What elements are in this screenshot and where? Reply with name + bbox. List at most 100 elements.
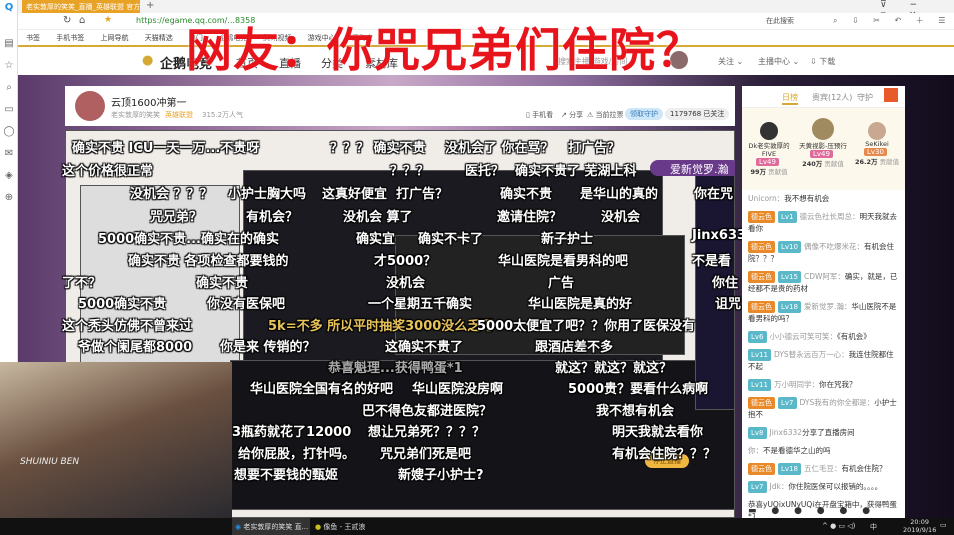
danmaku: 爷做个阑尾都8000 [78, 340, 193, 355]
streamer-center-label: 主播中心 [758, 57, 790, 66]
danmaku: 巴不得色友都进医院？ [362, 404, 493, 419]
taskbar-item[interactable]: ● 像鱼 - 王贰浪 [315, 522, 365, 532]
level-badge: Lv18 [778, 301, 801, 313]
contributor[interactable]: 天黄视影-压预行 Lv49 240万 贡献值 [796, 118, 850, 168]
tab-vip[interactable]: 贵宾(12人) [812, 92, 852, 103]
search-icon[interactable]: ⌕ [3, 82, 15, 94]
chat-username[interactable]: 偶像不吃爆米花： [804, 242, 864, 251]
game-icon[interactable]: ◈ [3, 170, 15, 182]
danmaku: 跟酒店差不多 [535, 340, 614, 355]
chat-username[interactable]: Jinx6332 [770, 428, 803, 437]
danmaku: 打广告？ [396, 187, 449, 202]
chat-text: 你在咒我？ [818, 380, 857, 389]
game-tag[interactable]: 英雄联盟 [165, 110, 193, 120]
browser-search-input[interactable]: 在此搜索 [766, 16, 794, 26]
follow-menu[interactable]: 关注 ⌄ [718, 56, 743, 67]
chat-username[interactable]: DYS替永远百万一心： [774, 350, 849, 359]
share-button[interactable]: ↗ 分享 [561, 110, 583, 120]
follow-button[interactable]: 1179768 已关注 [665, 108, 730, 120]
streamer-name[interactable]: 老实敦厚的笑笑 [111, 110, 160, 120]
chat-username[interactable]: 小小德云可笑可笑： [770, 332, 838, 341]
danmaku: 3瓶药就花了12000 [232, 425, 352, 440]
chat-username[interactable]: 爱新觉罗.瀚： [804, 302, 851, 311]
bookmark[interactable]: 天猫精选 [145, 34, 173, 42]
danmaku: 想要不要钱的甄姬 [234, 468, 339, 483]
card-icon[interactable]: ▤ [3, 38, 15, 50]
chat-text: 我不想有机会 [784, 194, 830, 203]
danmaku: 没机会 [601, 210, 641, 225]
crown-icon[interactable] [884, 88, 898, 102]
score-unit: 贡献值 [879, 158, 900, 166]
danmaku: 你是来 传销的？ [220, 340, 316, 355]
chat-message: Lv11 万小明同学：你在咒我？ [742, 376, 905, 394]
tray-icons[interactable]: ^ ● ▭ ◁) [822, 522, 855, 530]
danmaku: 确实不贵 [500, 187, 553, 202]
clock-time: 20:09 [910, 518, 930, 526]
cart-icon[interactable]: ⊕ [3, 192, 15, 204]
danmaku: ？？？ 确实不贵 [330, 141, 426, 156]
chat-username[interactable]: 德云色社长周总： [800, 212, 860, 221]
chat-username[interactable]: 万小明同学： [774, 380, 819, 389]
chat-message: 德云色 Lv10 偶像不吃爆米花：有机会住院？？？ [742, 238, 905, 268]
fan-badge: 德云色 [748, 301, 775, 313]
guard-button[interactable]: 领取守护 [625, 108, 663, 120]
clock[interactable]: 20:09 2019/9/16 [903, 518, 936, 534]
taskbar-item[interactable]: ◉ 老实敦厚的笑笑 直... [232, 518, 310, 535]
chat-username[interactable]: CDW阿军： [804, 272, 845, 281]
danmaku: 确实宜 [356, 232, 396, 247]
level-badge: Lv6 [748, 331, 767, 343]
download-link[interactable]: ⇩ 下载 [810, 56, 835, 67]
bookmark-star-icon[interactable]: ★ [104, 15, 112, 25]
bookmark[interactable]: 上网导航 [100, 34, 128, 42]
penguin-logo-icon: ● [142, 53, 154, 68]
chat-username[interactable]: 五仁毛豆： [804, 464, 842, 473]
home-icon[interactable]: ⌂ [79, 15, 85, 26]
streamer-avatar[interactable] [75, 91, 105, 121]
book-icon[interactable]: ▭ [3, 104, 15, 116]
mobile-watch-button[interactable]: ▯ 手机看 [526, 110, 553, 120]
browser-tab[interactable]: 老实敦厚的笑笑_直播_英雄联盟 官方 × [22, 0, 140, 13]
tab-daily-rank[interactable]: 日榜 [782, 92, 798, 105]
chat-username[interactable]: DYS我有的你全都是： [800, 398, 875, 407]
level-badge: Lv11 [748, 349, 771, 361]
taskbar: ◉ 老实敦厚的笑笑 直... ● 像鱼 - 王贰浪 ^ ● ▭ ◁) 中 20:… [0, 518, 954, 535]
danmaku: 确实不贵了 芜湖上科 [515, 164, 637, 179]
clock-date: 2019/9/16 [903, 526, 937, 534]
danmaku: 你没有医保吧 [207, 297, 286, 312]
report-button[interactable]: ⚠ 当前拉票 [587, 110, 624, 120]
chat-username[interactable]: Unicorn： [748, 194, 784, 203]
app-icon: ● [315, 523, 322, 531]
toolbar-icons[interactable]: ⌕ ⇩ ✂ ↶ ＋ ☰ [833, 15, 951, 26]
ime-indicator[interactable]: 中 [870, 522, 877, 532]
danmaku: 打广告？ [568, 141, 621, 156]
tab-guard[interactable]: 守护 [857, 92, 873, 103]
streamer-center-menu[interactable]: 主播中心 ⌄ [758, 56, 799, 67]
gift-banner-text: 爱新觉罗.瀚 [670, 163, 729, 176]
new-tab-button[interactable]: + [146, 0, 154, 11]
notification-icon[interactable]: ▭ [940, 521, 947, 529]
contributor[interactable]: Dk老实敦厚的FIVE Lv49 99万 贡献值 [742, 122, 796, 176]
chat-message: 德云色 Lv1 德云色社长周总：明天我就去看你 [742, 208, 905, 238]
chat-username[interactable]: Jdk： [770, 482, 789, 491]
danmaku: 没机会 算了 [343, 210, 413, 225]
chat-icon[interactable]: ◯ [3, 126, 15, 138]
contributor[interactable]: SeKikei Lv30 26.2万 贡献值 [850, 122, 904, 166]
bookmark[interactable]: 书签 [26, 34, 40, 42]
contributor-score: 240万 [802, 160, 823, 168]
taskbar-item-label: 老实敦厚的笑笑 直... [243, 523, 309, 531]
star-icon[interactable]: ☆ [3, 60, 15, 72]
chat-text: 分享了直播房间 [802, 428, 855, 437]
danmaku: 新嫂子小护士? [398, 468, 484, 483]
shirt-logo: SHUINIU BEN [20, 457, 80, 467]
chat-username[interactable]: 你： [748, 446, 763, 455]
mail-icon[interactable]: ✉ [3, 148, 15, 160]
danmaku: 华山医院是看男科的吧 [498, 254, 629, 269]
browser-icon: ◉ [235, 523, 242, 531]
danmaku: 才5000？ [374, 254, 437, 269]
level-badge: Lv15 [778, 271, 801, 283]
chat-toolbar-icons[interactable]: ▬ ● ● ● ● ● [748, 506, 876, 516]
reload-icon[interactable]: ↻ [63, 15, 71, 26]
bookmark[interactable]: 手机书签 [56, 34, 84, 42]
followed-label: 已关注 [703, 110, 725, 118]
score-unit: 贡献值 [768, 168, 788, 176]
